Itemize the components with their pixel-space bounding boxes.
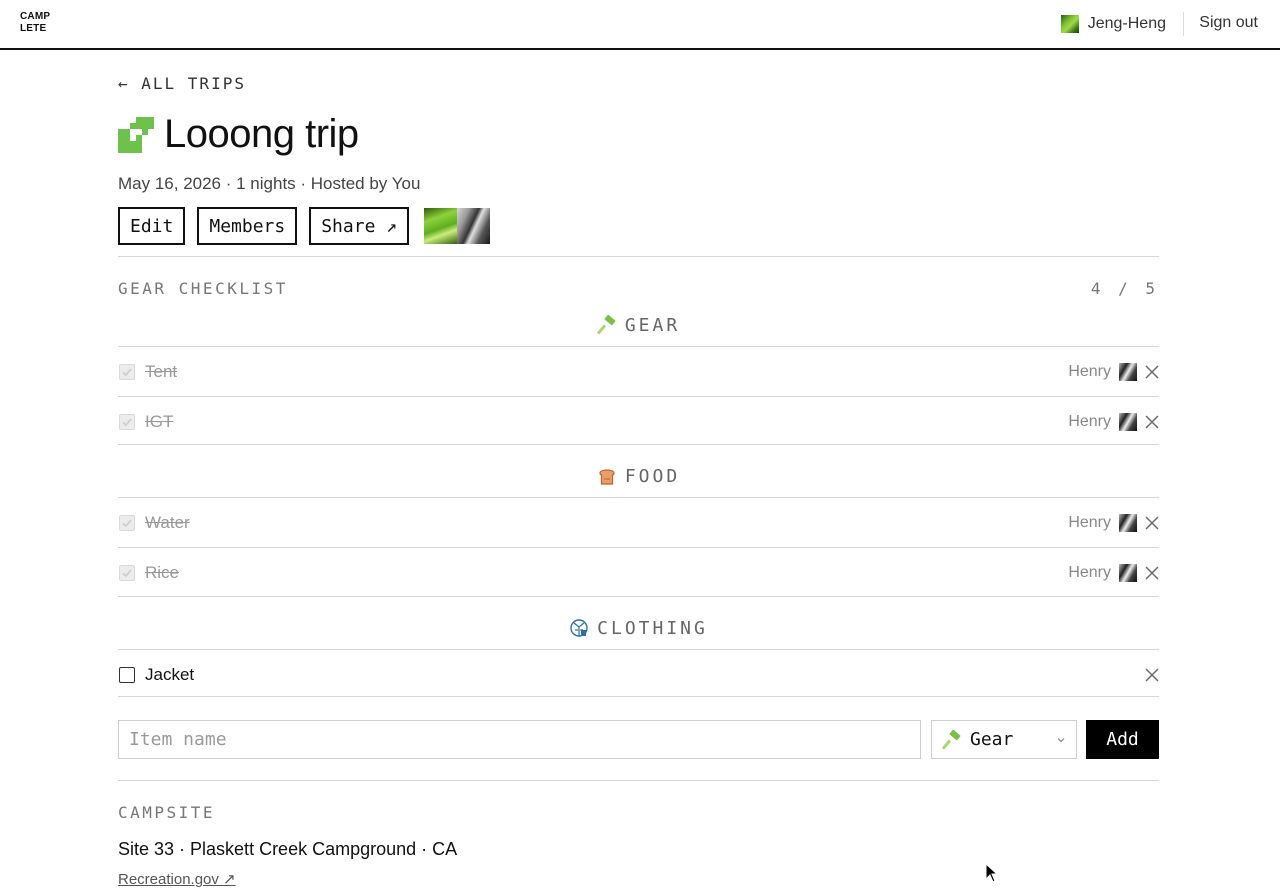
campsite-heading: CAMPSITE [118,803,216,822]
category-header-gear: GEAR [118,313,1159,337]
list-item: Jacket [118,649,1159,699]
mouse-cursor-icon [985,863,999,883]
item-assignee: Henry [1068,563,1111,581]
item-checkbox[interactable] [119,363,135,380]
category-header-clothing: CLOTHING [118,616,1159,640]
list-item: Water Henry [118,497,1159,547]
list-item: Tent Henry [118,346,1159,396]
bread-icon [599,469,615,485]
checklist-progress: 4 / 5 [1090,279,1159,298]
item-name: Water [145,512,190,532]
item-name: Rice [145,562,180,582]
category-header-food: FOOD [118,464,1159,488]
divider [118,444,1159,445]
item-name-input[interactable] [118,720,921,759]
category-select[interactable]: Gear [931,720,1077,759]
check-icon [122,367,132,376]
item-assignee: Henry [1068,412,1111,430]
assignee-avatar [1119,563,1137,582]
item-assignee: Henry [1068,513,1111,531]
coat-icon [570,619,588,637]
trip-title-row: Looong trip [118,112,359,157]
item-checkbox[interactable] [119,413,135,430]
category-label: FOOD [624,465,681,487]
item-checkbox[interactable] [119,514,135,531]
members-button[interactable]: Members [197,207,298,245]
assignee-avatar [1119,513,1137,532]
logo-line-2: LETE [20,23,47,34]
header-divider [1183,12,1184,36]
page-title: Looong trip [164,112,359,156]
item-checkbox[interactable] [119,666,135,683]
item-name: Tent [145,361,178,381]
assignee-avatar [1119,412,1137,431]
check-icon [122,518,132,527]
trip-actions: Edit Members Share ↗ [118,207,491,245]
add-item-button[interactable]: Add [1086,720,1159,759]
list-item: IGT Henry [118,396,1159,446]
gear-checklist-heading: GEAR CHECKLIST [118,279,288,298]
chevron-down-icon [1057,738,1065,743]
logo[interactable]: CAMP LETE [20,11,54,35]
list-item: Rice Henry [118,547,1159,597]
add-item-form: Gear Add [118,720,1159,759]
share-button[interactable]: Share ↗ [309,207,410,245]
member-avatars[interactable] [424,208,491,244]
edit-button[interactable]: Edit [118,207,186,245]
divider [118,780,1159,781]
check-icon [122,417,132,426]
logo-line-1: CAMP [20,11,51,22]
hammer-icon [597,315,616,335]
divider [118,696,1159,697]
item-name: Jacket [145,664,195,684]
member-avatar [457,208,491,244]
divider [118,596,1159,597]
trip-meta: May 16, 2026 · 1 nights · Hosted by You [118,174,421,193]
check-icon [122,568,132,577]
close-icon[interactable] [1145,668,1159,682]
all-trips-link[interactable]: ← ALL TRIPS [118,74,246,93]
item-name: IGT [145,411,174,431]
item-assignee: Henry [1068,362,1111,380]
item-checkbox[interactable] [119,564,135,581]
assignee-avatar [1119,362,1137,381]
close-icon[interactable] [1145,566,1159,580]
trip-pixel-icon [118,116,154,153]
user-menu[interactable]: Jeng-Heng [1060,14,1166,34]
top-bar: CAMP LETE Jeng-Heng Sign out [0,0,1280,50]
category-label: GEAR [624,314,681,336]
sign-out-button[interactable]: Sign out [1199,14,1258,32]
category-select-value: Gear [970,729,1014,750]
divider [118,256,1159,257]
close-icon[interactable] [1145,415,1159,429]
recreation-gov-link[interactable]: Recreation.gov ↗ [118,870,236,888]
campsite-name: Site 33 · Plaskett Creek Campground · CA [118,839,458,859]
user-avatar [1060,15,1079,33]
user-name: Jeng-Heng [1087,15,1166,32]
member-avatar [424,208,458,244]
hammer-icon [942,729,961,749]
close-icon[interactable] [1145,516,1159,530]
close-icon[interactable] [1145,365,1159,379]
category-label: CLOTHING [597,617,708,639]
